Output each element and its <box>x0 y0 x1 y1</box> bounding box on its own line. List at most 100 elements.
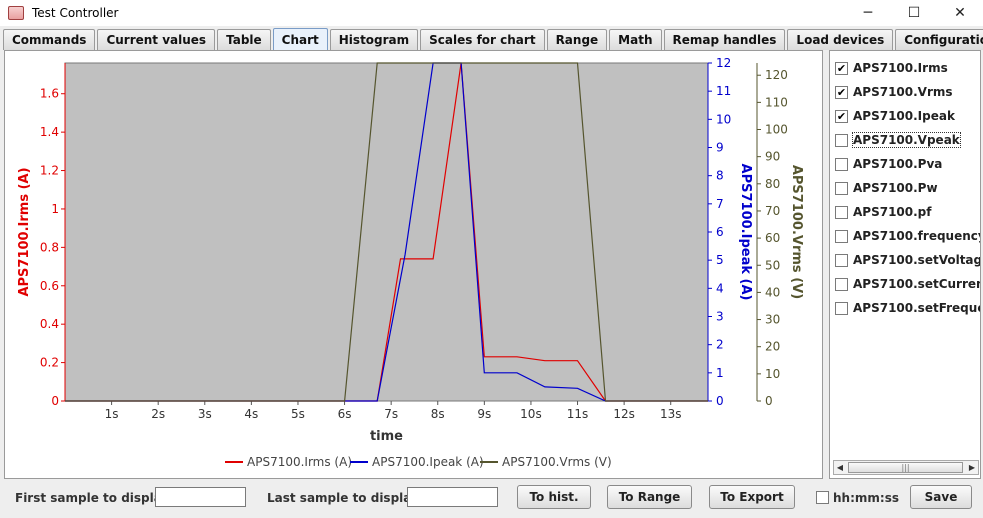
save-button[interactable]: Save <box>910 485 972 509</box>
tab-load-devices[interactable]: Load devices <box>787 29 894 50</box>
legend-label: APS7100.Irms (A) <box>247 455 352 469</box>
channel-item[interactable]: APS7100.Pva <box>835 154 942 174</box>
channel-item[interactable]: APS7100.frequency <box>835 226 981 246</box>
y-tick-label: 70 <box>765 204 780 218</box>
chart: 1s 2s 3s 4s 5s 6s 7s 8s 9s 10s 11s 12s 13s time 0 0.2 0.… <box>17 56 804 469</box>
tab-table[interactable]: Table <box>217 29 271 50</box>
checkbox-icon[interactable] <box>835 301 848 315</box>
tab-math[interactable]: Math <box>609 29 662 50</box>
channel-label: APS7100.setVoltage <box>853 253 981 267</box>
tab-commands[interactable]: Commands <box>3 29 96 50</box>
x-tick-label: 10s <box>520 407 542 421</box>
channel-item[interactable]: APS7100.Vpeak <box>835 130 961 150</box>
y-tick-label: 10 <box>716 112 731 126</box>
x-tick-label: 13s <box>660 407 682 421</box>
channel-item[interactable]: APS7100.setVoltage <box>835 250 981 270</box>
channel-item[interactable]: ✔ APS7100.Irms <box>835 58 948 78</box>
checkbox-icon[interactable] <box>835 253 848 267</box>
minimize-button[interactable]: ─ <box>845 0 891 26</box>
first-sample-input[interactable] <box>155 487 246 507</box>
x-tick-label: 12s <box>613 407 635 421</box>
last-sample-input[interactable] <box>407 487 498 507</box>
channel-label: APS7100.Pw <box>853 181 938 195</box>
y-tick-label: 50 <box>765 258 780 272</box>
y-tick-label: 30 <box>765 313 780 327</box>
tab-chart[interactable]: Chart <box>272 28 328 50</box>
y-tick-label: 60 <box>765 231 780 245</box>
channel-item[interactable]: APS7100.setCurrent <box>835 274 980 294</box>
tab-current-values[interactable]: Current values <box>97 29 216 50</box>
channel-item[interactable]: APS7100.setFrequency <box>835 298 980 318</box>
x-tick-label: 3s <box>198 407 212 421</box>
tab-histogram[interactable]: Histogram <box>329 29 419 50</box>
channel-label: APS7100.Irms <box>853 61 948 75</box>
scrollbar-thumb[interactable]: ||| <box>848 462 963 473</box>
y-tick-label: 9 <box>716 141 724 155</box>
scroll-left-icon[interactable]: ◀ <box>834 461 846 474</box>
tab-scales-for-chart[interactable]: Scales for chart <box>420 29 545 50</box>
x-tick-label: 5s <box>291 407 305 421</box>
y-tick-label: 2 <box>716 338 724 352</box>
checkbox-checked-icon[interactable]: ✔ <box>835 85 848 99</box>
y-tick-label: 40 <box>765 285 780 299</box>
to-range-button[interactable]: To Range <box>607 485 692 509</box>
legend-label: APS7100.Vrms (V) <box>502 455 612 469</box>
x-tick-label: 6s <box>338 407 352 421</box>
y-tick-label: 0 <box>51 394 59 408</box>
close-button[interactable]: ✕ <box>937 0 983 26</box>
y-tick-label: 1 <box>51 202 59 216</box>
y-tick-label: 6 <box>716 225 724 239</box>
y-axis-label: APS7100.Irms (A) <box>17 167 32 296</box>
checkbox-icon[interactable] <box>835 133 848 147</box>
x-axis-label: time <box>370 429 403 444</box>
y-tick-label: 4 <box>716 281 724 295</box>
checkbox-icon[interactable] <box>835 277 848 291</box>
window-title: Test Controller <box>32 6 119 20</box>
channel-item[interactable]: ✔ APS7100.Ipeak <box>835 106 955 126</box>
chart-panel: 1s 2s 3s 4s 5s 6s 7s 8s 9s 10s 11s 12s 13s time 0 0.2 0.… <box>4 50 823 479</box>
y-tick-label: 20 <box>765 340 780 354</box>
x-tick-label: 11s <box>567 407 589 421</box>
tab-range[interactable]: Range <box>546 29 608 50</box>
y-tick-label: 80 <box>765 177 780 191</box>
y-tick-label: 0 <box>765 394 773 408</box>
tab-configuration[interactable]: Configuration <box>895 29 983 50</box>
checkbox-icon[interactable] <box>835 181 848 195</box>
x-tick-label: 7s <box>384 407 398 421</box>
y-tick-label: 90 <box>765 150 780 164</box>
y-tick-label: 5 <box>716 253 724 267</box>
channel-label: APS7100.frequency <box>853 229 981 243</box>
channel-item[interactable]: ✔ APS7100.Vrms <box>835 82 953 102</box>
scroll-right-icon[interactable]: ▶ <box>966 461 978 474</box>
y-tick-label: 12 <box>716 56 731 70</box>
y-tick-label: 7 <box>716 197 724 211</box>
x-tick-label: 2s <box>151 407 165 421</box>
to-hist-button[interactable]: To hist. <box>517 485 591 509</box>
y-tick-label: 110 <box>765 95 788 109</box>
last-sample-label: Last sample to display: <box>267 491 424 505</box>
y-tick-label: 8 <box>716 169 724 183</box>
y-tick-label: 1.2 <box>40 164 59 178</box>
x-tick-label: 4s <box>244 407 258 421</box>
hhmmss-checkbox[interactable] <box>816 491 829 504</box>
checkbox-icon[interactable] <box>835 157 848 171</box>
channel-item[interactable]: APS7100.pf <box>835 202 932 222</box>
x-tick-label: 9s <box>477 407 491 421</box>
hhmmss-label: hh:mm:ss <box>833 491 899 505</box>
to-export-button[interactable]: To Export <box>709 485 795 509</box>
y-tick-label: 1 <box>716 366 724 380</box>
bottom-toolbar: First sample to display: Last sample to … <box>0 480 983 518</box>
channel-item[interactable]: APS7100.Pw <box>835 178 938 198</box>
checkbox-checked-icon[interactable]: ✔ <box>835 109 848 123</box>
first-sample-label: First sample to display: <box>15 491 175 505</box>
y-tick-label: 100 <box>765 123 788 137</box>
checkbox-checked-icon[interactable]: ✔ <box>835 61 848 75</box>
checkbox-icon[interactable] <box>835 229 848 243</box>
tab-remap-handles[interactable]: Remap handles <box>663 29 786 50</box>
channel-label: APS7100.pf <box>853 205 932 219</box>
maximize-button[interactable]: ☐ <box>891 0 937 26</box>
x-tick-label: 8s <box>431 407 445 421</box>
y-tick-label: 11 <box>716 84 731 98</box>
checkbox-icon[interactable] <box>835 205 848 219</box>
horizontal-scrollbar[interactable]: ◀ ||| ▶ <box>833 460 979 475</box>
